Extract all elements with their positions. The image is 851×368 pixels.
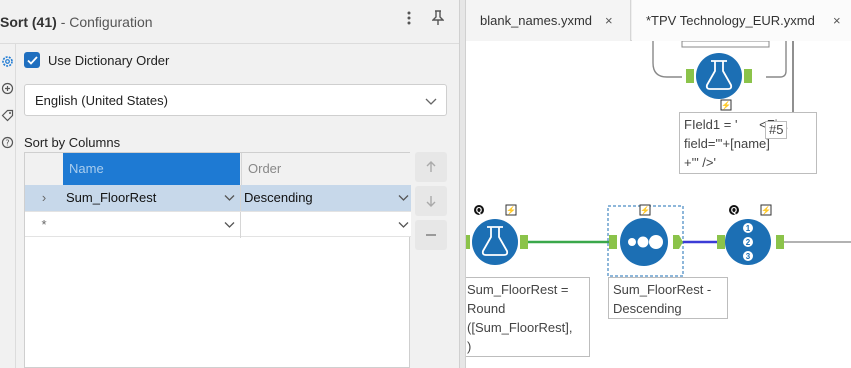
input-anchor[interactable] [717, 235, 725, 249]
formula-tool[interactable] [696, 53, 742, 99]
panel-splitter[interactable] [459, 0, 466, 368]
remove-icon [426, 234, 436, 236]
more-options-button[interactable] [399, 10, 419, 32]
tool-annotation: Sum_FloorRest = Round ([Sum_FloorRest], … [466, 277, 590, 357]
help-icon[interactable]: ? [1, 136, 14, 149]
configuration-content: Use Dictionary Order English (United Sta… [16, 44, 459, 368]
chevron-down-icon [425, 98, 437, 105]
close-icon[interactable]: × [605, 0, 613, 41]
use-dictionary-order-option[interactable]: Use Dictionary Order [24, 51, 169, 69]
digit-label: 3 [746, 252, 751, 261]
tool-name: Sort (41) [0, 14, 57, 30]
chevron-down-icon[interactable] [223, 191, 236, 204]
move-up-button[interactable] [415, 152, 447, 182]
move-up-icon [426, 161, 436, 172]
tab-tpv-technology[interactable]: *TPV Technology_EUR.yxmd × [632, 0, 851, 41]
move-down-icon [426, 196, 436, 207]
q-icon: Q [476, 206, 482, 215]
order-value: Descending [244, 190, 313, 205]
q-icon: Q [731, 206, 737, 215]
field-name-cell[interactable] [63, 212, 241, 238]
tab-label: blank_names.yxmd [480, 13, 592, 28]
column-header-order[interactable]: Order [241, 153, 411, 185]
table-row[interactable]: › Sum_FloorRest Descending [25, 185, 411, 211]
bolt-icon: ⚡ [640, 205, 650, 215]
new-row-marker: * [41, 217, 47, 232]
svg-text:?: ? [5, 138, 9, 147]
panel-header: Sort (41) - Configuration [0, 0, 459, 44]
field-name-value: Sum_FloorRest [66, 190, 157, 205]
use-dictionary-order-label: Use Dictionary Order [48, 52, 170, 68]
tool-annotation: Sum_FloorRest - Descending [608, 277, 728, 319]
order-cell[interactable]: Descending [241, 185, 411, 211]
side-icon-rail: ? [0, 44, 16, 368]
use-dictionary-order-checkbox[interactable] [24, 52, 40, 68]
order-cell[interactable] [241, 212, 411, 238]
workflow-canvas[interactable]: ⚡ Q ⚡ ⚡ Q ⚡ 1 2 3 FIeld1 = ' field="'+[n… [466, 41, 851, 368]
output-anchor[interactable] [744, 69, 752, 83]
bolt-icon: ⚡ [761, 205, 771, 215]
output-anchor[interactable] [776, 235, 784, 249]
configuration-panel: Sort (41) - Configuration ? Use Dictiona… [0, 0, 459, 368]
column-header-name[interactable]: Name [63, 153, 240, 185]
panel-subtitle: - Configuration [60, 14, 153, 30]
connection-line [652, 41, 682, 78]
tag-label: #5 [765, 121, 788, 139]
tab-label: *TPV Technology_EUR.yxmd [646, 13, 815, 28]
tab-blank-names[interactable]: blank_names.yxmd × [466, 0, 631, 41]
grid-header: Name Order [25, 153, 411, 185]
input-anchor[interactable] [686, 69, 694, 83]
vertical-ellipsis-icon [407, 11, 411, 25]
sort-dot [628, 238, 636, 246]
close-icon[interactable]: × [833, 0, 841, 41]
settings-alt-icon[interactable] [1, 82, 14, 95]
bolt-icon: ⚡ [506, 205, 516, 215]
field-name-cell[interactable]: Sum_FloorRest [63, 185, 241, 211]
tag-icon[interactable] [1, 109, 14, 122]
input-anchor[interactable] [466, 235, 470, 249]
sort-columns-grid: Name Order › Sum_FloorRest Descending * [24, 152, 411, 368]
language-dropdown[interactable]: English (United States) [24, 84, 447, 116]
chevron-down-icon[interactable] [223, 218, 236, 231]
sort-dot [649, 235, 663, 249]
row-marker: › [41, 190, 47, 205]
input-anchor[interactable] [609, 235, 617, 249]
tool-frame [681, 41, 770, 48]
pin-icon [431, 10, 445, 25]
digit-label: 2 [746, 238, 751, 247]
chevron-down-icon[interactable] [397, 191, 410, 204]
digit-label: 1 [746, 224, 751, 233]
output-anchor[interactable] [673, 235, 683, 249]
chevron-down-icon[interactable] [397, 218, 410, 231]
move-down-button[interactable] [415, 186, 447, 216]
panel-title: Sort (41) - Configuration [0, 14, 153, 30]
bolt-icon: ⚡ [721, 100, 731, 110]
document-tabs: blank_names.yxmd × *TPV Technology_EUR.y… [466, 0, 851, 41]
pin-button[interactable] [428, 10, 448, 32]
sort-by-columns-label: Sort by Columns [24, 135, 121, 150]
language-selected-value: English (United States) [35, 93, 168, 108]
sort-dot [637, 236, 649, 248]
formula-tool[interactable] [472, 219, 518, 265]
tool-annotation: FIeld1 = ' <Fi... field="'+[name] +'" />… [679, 112, 817, 174]
output-anchor[interactable] [520, 235, 528, 249]
table-row[interactable]: * [25, 211, 411, 238]
gear-icon[interactable] [1, 55, 14, 68]
checkmark-icon [26, 55, 38, 65]
remove-row-button[interactable] [415, 220, 447, 250]
app-window: Sort (41) - Configuration ? Use Dictiona… [0, 0, 851, 368]
